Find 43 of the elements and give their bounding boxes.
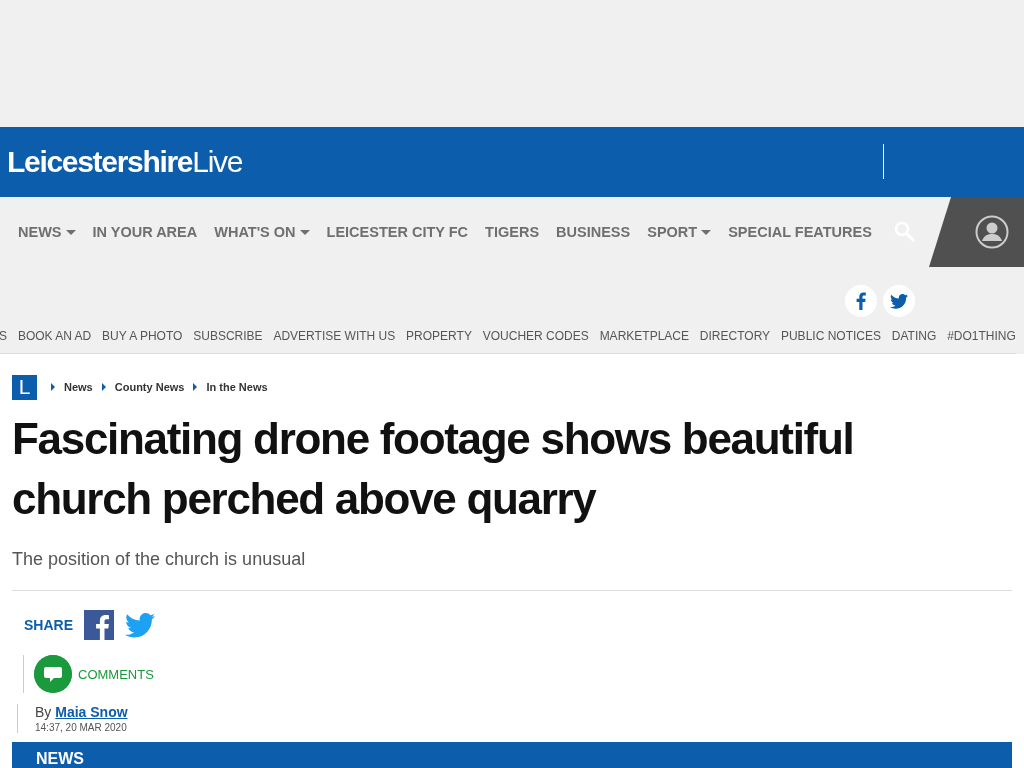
nav-link[interactable]: LEICESTER CITY FC bbox=[326, 224, 469, 240]
nav-link[interactable]: TIGERS bbox=[485, 224, 540, 240]
nav-link[interactable]: DIRECTORY bbox=[699, 329, 771, 343]
nav-link[interactable]: BUY A PHOTO bbox=[102, 329, 183, 343]
site-logo-badge[interactable]: L bbox=[12, 374, 37, 400]
article-headline: Fascinating drone footage shows beautiful church perched above quarry bbox=[12, 413, 855, 525]
breadcrumb-link[interactable]: County News bbox=[114, 381, 185, 393]
nav-link[interactable]: DATING bbox=[891, 329, 937, 343]
nav-link[interactable]: SUBSCRIBE bbox=[193, 329, 263, 343]
facebook-share-button[interactable] bbox=[84, 610, 114, 640]
comments-link[interactable]: COMMENTS bbox=[78, 666, 154, 682]
breadcrumb-link[interactable]: In the News bbox=[206, 381, 268, 393]
twitter-icon bbox=[890, 293, 908, 309]
nav-link[interactable]: #DO1THING bbox=[947, 329, 1016, 343]
twitter-button[interactable] bbox=[883, 285, 915, 317]
comment-icon[interactable] bbox=[34, 655, 72, 693]
nav-link[interactable]: ADVERTISE WITH US bbox=[273, 329, 396, 343]
twitter-share-button[interactable] bbox=[125, 612, 155, 638]
user-icon[interactable] bbox=[975, 215, 1009, 249]
article-standfirst: The position of the church is unusual bbox=[12, 549, 307, 570]
nav-link[interactable]: NEWS bbox=[18, 224, 76, 240]
timestamp: 14:37, 20 MAR 2020 bbox=[35, 722, 128, 733]
chevron-icon bbox=[101, 383, 106, 391]
facebook-icon bbox=[856, 292, 866, 310]
chevron-icon bbox=[193, 383, 198, 391]
nav-link[interactable]: SPORT bbox=[647, 224, 712, 240]
nav-link[interactable]: S bbox=[0, 329, 7, 343]
breadcrumb-link[interactable]: News bbox=[64, 381, 93, 393]
nav-link[interactable]: BUSINESS bbox=[556, 224, 631, 240]
byline: By Maia Snow bbox=[35, 704, 129, 720]
facebook-button[interactable] bbox=[845, 285, 877, 317]
nav-link[interactable]: PROPERTY bbox=[406, 329, 472, 343]
nav-link[interactable]: SPECIAL FEATURES bbox=[728, 224, 872, 240]
nav-link[interactable]: BOOK AN AD bbox=[17, 329, 92, 343]
share-label: SHARE bbox=[24, 617, 73, 633]
nav-link[interactable]: VOUCHER CODES bbox=[482, 329, 589, 343]
nav-link[interactable]: PUBLIC NOTICES bbox=[780, 329, 881, 343]
nav-link[interactable]: MARKETPLACE bbox=[599, 329, 689, 343]
section-label: NEWS bbox=[36, 751, 84, 767]
nav-link[interactable]: WHAT'S ON bbox=[214, 224, 310, 240]
author-link[interactable]: Maia Snow bbox=[55, 704, 128, 720]
site-logo[interactable]: LeicestershireLive bbox=[7, 145, 243, 179]
nav-link[interactable]: IN YOUR AREA bbox=[92, 224, 198, 240]
